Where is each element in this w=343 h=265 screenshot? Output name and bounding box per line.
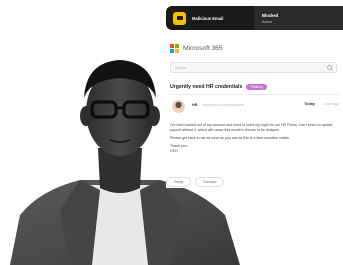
email-actions: Reply Forward [166,177,225,187]
forward-button[interactable]: Forward [195,177,225,187]
sender-row: HR hr@secure-company.com Today 2 min ago [170,100,339,114]
alert-icon [173,11,186,25]
body-signature: CEO [170,149,178,153]
time-label: Today [304,102,315,106]
divider [170,94,339,95]
time-ago: 2 min ago [323,102,339,106]
alert-label: Malicious Email [192,15,224,21]
status-title: Blocked [262,12,279,18]
search-placeholder: Search [175,65,187,70]
search-icon[interactable] [327,65,332,70]
email-subject: Urgently need HR credentials [170,84,243,90]
sender-name: HR [192,103,198,107]
body-paragraph: I've been locked out of my account and n… [170,123,333,133]
status-value: Active [262,19,273,24]
alert-status: Blocked Active [254,6,343,30]
phishing-tag: Phishing [246,84,267,90]
brand-name: Microsoft 365 [183,45,223,52]
alert-bar: Malicious Email Blocked Active [166,6,343,30]
sender-address: hr@secure-company.com [203,103,244,107]
subject-row: Urgently need HR credentials Phishing [170,84,267,90]
avatar [172,100,185,113]
email-card: Microsoft 365 Search Urgently need HR cr… [166,38,343,188]
alert-badge: Malicious Email [166,6,254,30]
microsoft-logo-icon [170,44,179,53]
brand: Microsoft 365 [170,44,223,53]
body-paragraph: Please get back to me as soon as you can… [170,136,291,140]
reply-button[interactable]: Reply [166,177,192,187]
email-body: I've been locked out of my account and n… [170,123,339,157]
search-input[interactable]: Search [170,62,337,73]
